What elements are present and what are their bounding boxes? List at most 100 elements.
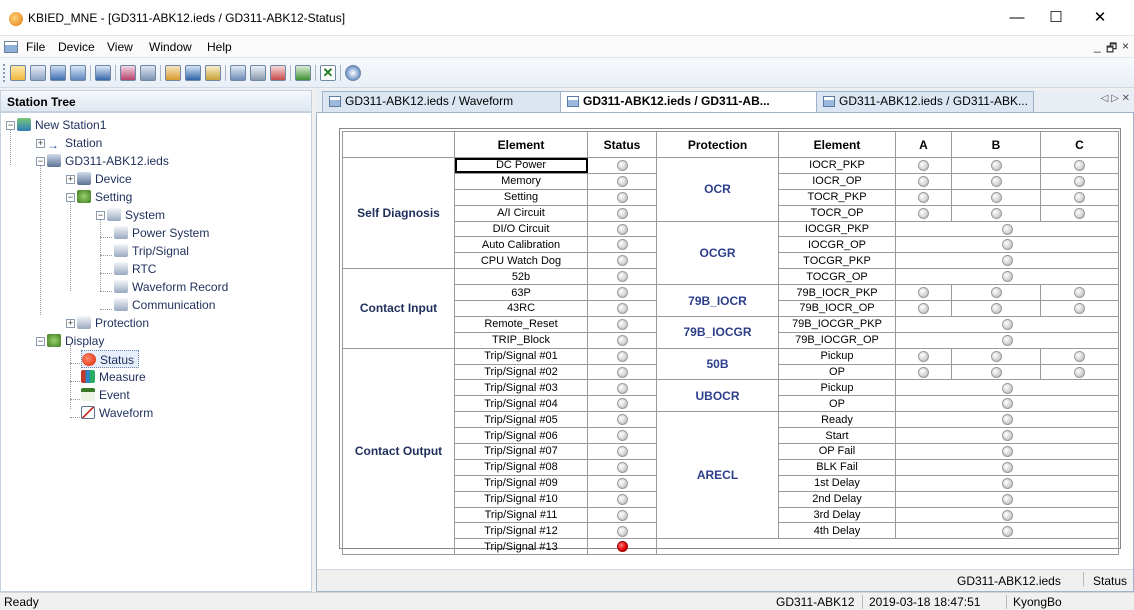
close-button[interactable]: ✕ [1085, 6, 1115, 30]
tab-other[interactable]: GD311-ABK12.ieds / GD311-ABK... [816, 91, 1034, 112]
element-cell[interactable]: Trip/Signal #05 [454, 411, 588, 429]
phase-c-led [1074, 366, 1085, 378]
tree-node-communication[interactable]: Communication [114, 296, 215, 314]
mdi-close-button[interactable]: × [1122, 39, 1129, 53]
expand-toggle[interactable]: − [6, 121, 15, 130]
expand-toggle[interactable]: − [36, 337, 45, 346]
element-cell[interactable]: Trip/Signal #08 [454, 458, 588, 476]
tree-node-waveform[interactable]: Waveform [81, 404, 153, 422]
config-icon[interactable] [165, 65, 181, 81]
tree-node-station[interactable]: → Station [47, 134, 102, 152]
status-led-off [616, 255, 628, 267]
cascade-icon[interactable] [270, 65, 286, 81]
tree-node-rtc[interactable]: RTC [114, 260, 156, 278]
tab-scroll-controls[interactable]: ◁ ▷ ✕ [1101, 93, 1130, 104]
tile-icon[interactable] [250, 65, 266, 81]
tree-node-trip-signal[interactable]: Trip/Signal [114, 242, 189, 260]
device-icon[interactable] [50, 65, 66, 81]
element-cell[interactable]: 52b [454, 268, 588, 286]
expand-toggle[interactable]: − [96, 211, 105, 220]
window-icon[interactable] [230, 65, 246, 81]
element-cell[interactable]: Trip/Signal #11 [454, 506, 588, 524]
element-cell[interactable]: Trip/Signal #07 [454, 443, 588, 460]
maximize-button[interactable]: ☐ [1041, 6, 1071, 30]
menu-view[interactable]: View [107, 40, 133, 54]
toolbar-grip[interactable] [3, 64, 5, 82]
protection-element-cell: BLK Fail [778, 458, 896, 476]
open-icon[interactable] [10, 65, 26, 81]
save-icon[interactable] [30, 65, 46, 81]
status-cell [587, 474, 657, 492]
common-led [1001, 493, 1013, 505]
element-cell[interactable]: 63P [454, 284, 588, 302]
element-cell[interactable]: Trip/Signal #03 [454, 379, 588, 397]
tab-status[interactable]: GD311-ABK12.ieds / GD311-AB... [560, 91, 818, 113]
element-cell[interactable]: Trip/Signal #01 [454, 347, 588, 365]
element-cell[interactable]: Auto Calibration [454, 236, 588, 254]
tree-node-ied-file[interactable]: GD311-ABK12.ieds [47, 152, 169, 170]
protection-79b_iocr: 79B_IOCR [656, 284, 779, 317]
tree-node-waveform-record[interactable]: Waveform Record [114, 278, 228, 296]
element-cell[interactable]: DC Power [454, 157, 588, 174]
element-cell[interactable]: TRIP_Block [454, 331, 588, 349]
tree-node-device[interactable]: Device [77, 170, 132, 188]
element-cell[interactable]: Trip/Signal #10 [454, 490, 588, 508]
monitor-icon[interactable] [185, 65, 201, 81]
element-cell[interactable]: Memory [454, 172, 588, 190]
tree-node-status[interactable]: Status [81, 350, 140, 368]
cancel-icon[interactable]: ✕ [320, 65, 336, 81]
element-cell[interactable]: DI/O Circuit [454, 220, 588, 238]
element-cell[interactable]: CPU Watch Dog [454, 252, 588, 270]
expand-toggle[interactable]: + [66, 175, 75, 184]
menu-window[interactable]: Window [149, 40, 192, 54]
element-cell[interactable]: Trip/Signal #02 [454, 363, 588, 381]
element-cell[interactable]: Remote_Reset [454, 315, 588, 333]
station-tree-title: Station Tree [7, 95, 76, 109]
table-row: Self Diagnosis DC Power OCR IOCR_PKP [342, 156, 1119, 270]
document-status-bar: GD311-ABK12.ieds Status [317, 569, 1133, 591]
expand-toggle[interactable]: + [66, 319, 75, 328]
menu-file[interactable]: File [26, 40, 45, 54]
menu-help[interactable]: Help [207, 40, 232, 54]
common-led [1001, 255, 1013, 267]
header-group [342, 131, 455, 158]
menu-device[interactable]: Device [58, 40, 95, 54]
element-cell[interactable]: A/I Circuit [454, 204, 588, 222]
element-cell[interactable]: Trip/Signal #04 [454, 395, 588, 413]
tree-node-protection[interactable]: Protection [77, 314, 149, 332]
connect-icon[interactable] [120, 65, 136, 81]
disconnect-icon[interactable] [140, 65, 156, 81]
tree-node-event[interactable]: Event [81, 386, 130, 404]
element-cell[interactable]: Trip/Signal #13 [454, 538, 588, 556]
mdi-window-icon[interactable] [4, 41, 18, 53]
tree-node-measure[interactable]: Measure [81, 368, 146, 386]
common-led [1001, 239, 1013, 251]
tree-node-setting[interactable]: Setting [77, 188, 132, 206]
tree-node-station-root[interactable]: New Station1 [17, 116, 106, 134]
phase-a-cell [895, 300, 952, 317]
minimize-button[interactable]: — [1002, 6, 1032, 30]
network-icon[interactable] [70, 65, 86, 81]
element-cell[interactable]: Trip/Signal #06 [454, 427, 588, 445]
mdi-restore-button[interactable]: 🗗 [1106, 39, 1117, 60]
element-cell[interactable]: Trip/Signal #12 [454, 522, 588, 540]
tree-node-system[interactable]: System [107, 206, 165, 224]
status-cell [587, 284, 657, 302]
element-cell[interactable]: Trip/Signal #09 [454, 474, 588, 492]
tab-waveform[interactable]: GD311-ABK12.ieds / Waveform [322, 91, 562, 112]
settings-icon[interactable] [95, 65, 111, 81]
expand-toggle[interactable]: − [66, 193, 75, 202]
expand-toggle[interactable]: − [36, 157, 45, 166]
phase-a-led [918, 175, 929, 187]
expand-toggle[interactable]: + [36, 139, 45, 148]
help-icon[interactable] [345, 65, 361, 81]
display-icon[interactable] [205, 65, 221, 81]
mdi-minimize-button[interactable]: _ [1094, 39, 1101, 53]
tree-node-label: Display [65, 334, 105, 348]
upload-icon[interactable] [295, 65, 311, 81]
tree-node-display[interactable]: Display [47, 332, 104, 350]
protection-element-cell: 2nd Delay [778, 490, 896, 508]
element-cell[interactable]: 43RC [454, 300, 588, 317]
tree-node-power-system[interactable]: Power System [114, 224, 209, 242]
element-cell[interactable]: Setting [454, 188, 588, 206]
